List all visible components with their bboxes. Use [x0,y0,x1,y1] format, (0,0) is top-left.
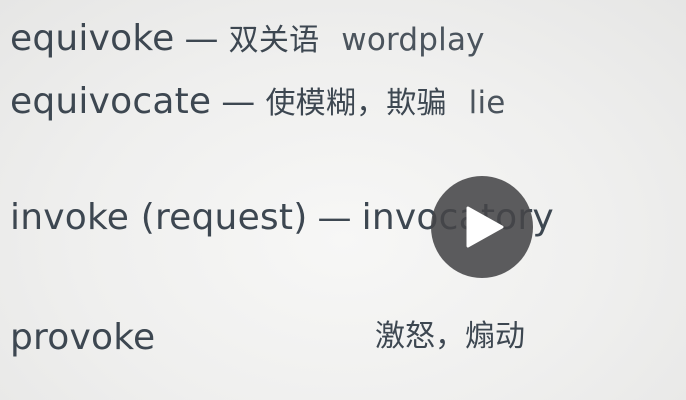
vocab-word: equivoke [10,18,175,59]
play-button[interactable] [431,176,533,278]
vocab-word: invoke (request) [10,197,308,238]
dash-separator: — [317,198,352,238]
vocab-row-equivoke: equivoke — 双关语 wordplay [10,21,485,57]
vocab-row-provoke: provoke [10,320,155,356]
vocab-row-equivocate: equivocate — 使模糊，欺骗 lie [10,84,506,120]
vocab-chinese: 激怒，煽动 [375,319,525,354]
vocab-word: equivocate [10,81,212,122]
vocab-word: provoke [10,317,156,358]
vocab-chinese: 双关语 [228,23,320,58]
dash-separator: — [184,19,219,59]
vocab-gloss: wordplay [341,22,485,58]
vocab-gloss: lie [468,85,506,121]
dash-separator: — [221,82,256,122]
vocab-chinese: 使模糊，欺骗 [265,86,447,121]
play-icon [466,206,504,248]
slide-content: equivoke — 双关语 wordplay equivocate — 使模糊，欺骗 li… [0,0,686,400]
